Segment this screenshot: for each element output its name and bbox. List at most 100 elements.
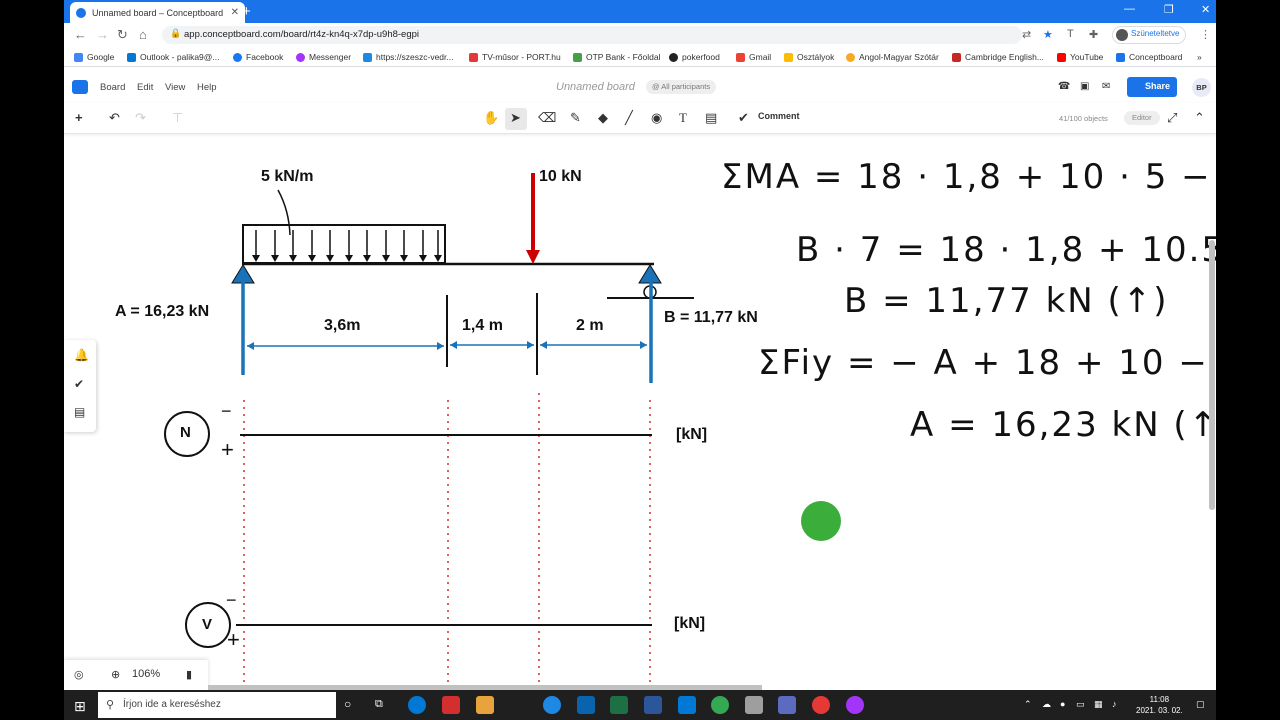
navigator-compass-icon[interactable]: ◎ xyxy=(74,668,84,681)
new-tab-icon[interactable]: + xyxy=(242,3,251,20)
line-icon[interactable]: ╱ xyxy=(625,110,633,126)
bookmark-item[interactable]: Google xyxy=(74,52,114,62)
file-explorer-icon[interactable] xyxy=(745,696,763,714)
mail-icon[interactable] xyxy=(678,696,696,714)
bookmark-item[interactable]: pokerfood xyxy=(669,52,720,62)
close-tab-icon[interactable]: ✕ xyxy=(231,7,239,18)
back-icon[interactable]: ← xyxy=(74,27,87,42)
address-bar[interactable]: 🔒 app.conceptboard.com/board/rt4z-kn4q-x… xyxy=(162,26,1022,44)
vertical-scrollbar[interactable] xyxy=(1209,240,1215,510)
mouse-mode-icon[interactable]: ▮ xyxy=(186,668,192,681)
store-icon[interactable] xyxy=(476,696,494,714)
select-cursor-icon[interactable]: ➤ xyxy=(510,110,521,126)
bookmark-item[interactable]: Outlook - palika9@... xyxy=(127,52,220,62)
clock-date: 2021. 03. 02. xyxy=(1136,706,1183,715)
extensions-puzzle-icon[interactable]: ✚ xyxy=(1089,28,1098,41)
more-bookmarks-icon[interactable]: » xyxy=(1197,52,1202,62)
bookmark-item[interactable]: Angol-Magyar Szótár xyxy=(846,52,939,62)
recorder-icon[interactable] xyxy=(812,696,830,714)
taskbar-search[interactable]: ⚲ Írjon ide a kereséshez xyxy=(98,692,336,718)
link-icon xyxy=(363,52,372,62)
menu-view[interactable]: View xyxy=(165,82,185,93)
bookmark-item[interactable]: https://szeszc-vedr... xyxy=(363,52,453,62)
menu-board[interactable]: Board xyxy=(100,82,125,93)
redo-icon[interactable]: ↷ xyxy=(135,110,146,126)
network-icon[interactable]: ▦ xyxy=(1094,699,1103,710)
tasks-check-icon[interactable]: ✔ xyxy=(74,377,84,391)
phone-icon[interactable]: ☎ xyxy=(1058,81,1070,92)
fullscreen-icon[interactable]: ⤢ xyxy=(1167,110,1177,126)
shapes-icon[interactable]: ◉ xyxy=(651,110,662,126)
bookmark-item[interactable]: Facebook xyxy=(233,52,283,62)
save-app-icon[interactable] xyxy=(778,696,796,714)
taskbar-clock[interactable]: 11:08 2021. 03. 02. xyxy=(1136,694,1183,716)
zoom-icon[interactable]: ⊕ xyxy=(111,668,120,681)
share-button[interactable]: Share xyxy=(1127,77,1177,97)
messenger-app-icon[interactable] xyxy=(846,696,864,714)
browser-tab[interactable]: Unnamed board – Conceptboard ✕ xyxy=(70,2,245,23)
zoom-value[interactable]: 106% xyxy=(132,668,160,680)
task-view-icon[interactable]: ⧉ xyxy=(375,698,383,711)
add-icon[interactable]: + xyxy=(75,110,83,125)
translate-icon[interactable]: ⇄ xyxy=(1022,28,1031,41)
bookmark-item[interactable]: Conceptboard xyxy=(1116,52,1182,62)
comment-label[interactable]: Comment xyxy=(758,111,800,121)
comment-icon[interactable]: ✔ xyxy=(738,110,749,126)
word-icon[interactable] xyxy=(644,696,662,714)
bookmark-star-icon[interactable]: ★ xyxy=(1043,28,1053,41)
windows-start-icon[interactable]: ⊞ xyxy=(74,698,86,715)
home-icon[interactable]: ⌂ xyxy=(139,27,147,42)
notification-bell-icon[interactable]: 🔔 xyxy=(74,348,89,362)
reload-icon[interactable]: ↻ xyxy=(117,27,128,43)
sticky-note-icon[interactable]: ▤ xyxy=(705,110,717,126)
notifications-icon[interactable]: ▢ xyxy=(1196,699,1205,710)
bookmark-item[interactable]: TV-műsor - PORT.hu xyxy=(469,52,561,62)
minimize-icon[interactable]: — xyxy=(1124,3,1135,15)
pen-icon[interactable]: ✎ xyxy=(570,110,581,126)
board-canvas[interactable]: 5 kN/m 10 kN A = 16,23 kN B = 11,77 kN 3… xyxy=(64,135,1216,690)
board-title[interactable]: Unnamed board xyxy=(556,81,635,93)
microphone-icon[interactable]: ● xyxy=(1060,699,1065,709)
dim-2-label: 1,4 m xyxy=(462,317,503,334)
highlighter-icon[interactable]: ◆ xyxy=(598,110,608,126)
menu-edit[interactable]: Edit xyxy=(137,82,153,93)
bookmark-item[interactable]: Messenger xyxy=(296,52,351,62)
bookmark-item[interactable]: Cambridge English... xyxy=(952,52,1044,62)
outlook-icon xyxy=(127,52,136,62)
cloud-icon[interactable]: ☁ xyxy=(1042,699,1051,710)
chat-icon[interactable]: ✉ xyxy=(1102,81,1110,92)
profile-button[interactable]: Szüneteltetve xyxy=(1112,26,1187,44)
cortana-icon[interactable]: ○ xyxy=(344,697,351,711)
eraser-icon[interactable]: ⌫ xyxy=(538,110,556,126)
outlook-app-icon[interactable] xyxy=(577,696,595,714)
text-icon[interactable]: T xyxy=(679,110,687,126)
maximize-icon[interactable]: ❐ xyxy=(1164,3,1174,16)
participants-pill[interactable]: @ All participants xyxy=(646,80,717,94)
excel-icon[interactable] xyxy=(610,696,628,714)
teamviewer-icon[interactable] xyxy=(543,696,561,714)
search-icon: ⚲ xyxy=(106,699,115,711)
present-icon[interactable]: ▣ xyxy=(1080,81,1089,92)
battery-icon[interactable]: ▭ xyxy=(1076,699,1085,710)
list-icon[interactable]: ▤ xyxy=(74,405,85,419)
bookmark-item[interactable]: Osztályok xyxy=(784,52,834,62)
format-painter-icon[interactable]: ⊤ xyxy=(172,110,183,126)
undo-icon[interactable]: ↶ xyxy=(109,110,120,126)
bookmark-item[interactable]: Gmail xyxy=(736,52,771,62)
extension-t-icon[interactable]: T xyxy=(1067,28,1074,40)
profile-avatar xyxy=(1116,29,1128,41)
chrome-menu-icon[interactable]: ⋮ xyxy=(1200,28,1211,41)
close-window-icon[interactable]: ✕ xyxy=(1201,3,1210,16)
pan-hand-icon[interactable]: ✋ xyxy=(483,110,499,126)
forward-icon[interactable]: → xyxy=(96,27,109,42)
tray-up-icon[interactable]: ⌃ xyxy=(1024,699,1032,710)
menu-help[interactable]: Help xyxy=(197,82,217,93)
office-icon[interactable] xyxy=(442,696,460,714)
edge-icon[interactable] xyxy=(408,696,426,714)
chrome-icon[interactable] xyxy=(711,696,729,714)
volume-icon[interactable]: ♪ xyxy=(1112,699,1117,709)
user-avatar[interactable]: BP xyxy=(1192,78,1211,97)
collapse-icon[interactable]: ⌃ xyxy=(1194,110,1205,126)
bookmark-item[interactable]: YouTube xyxy=(1057,52,1103,62)
bookmark-item[interactable]: OTP Bank - Főoldal xyxy=(573,52,661,62)
